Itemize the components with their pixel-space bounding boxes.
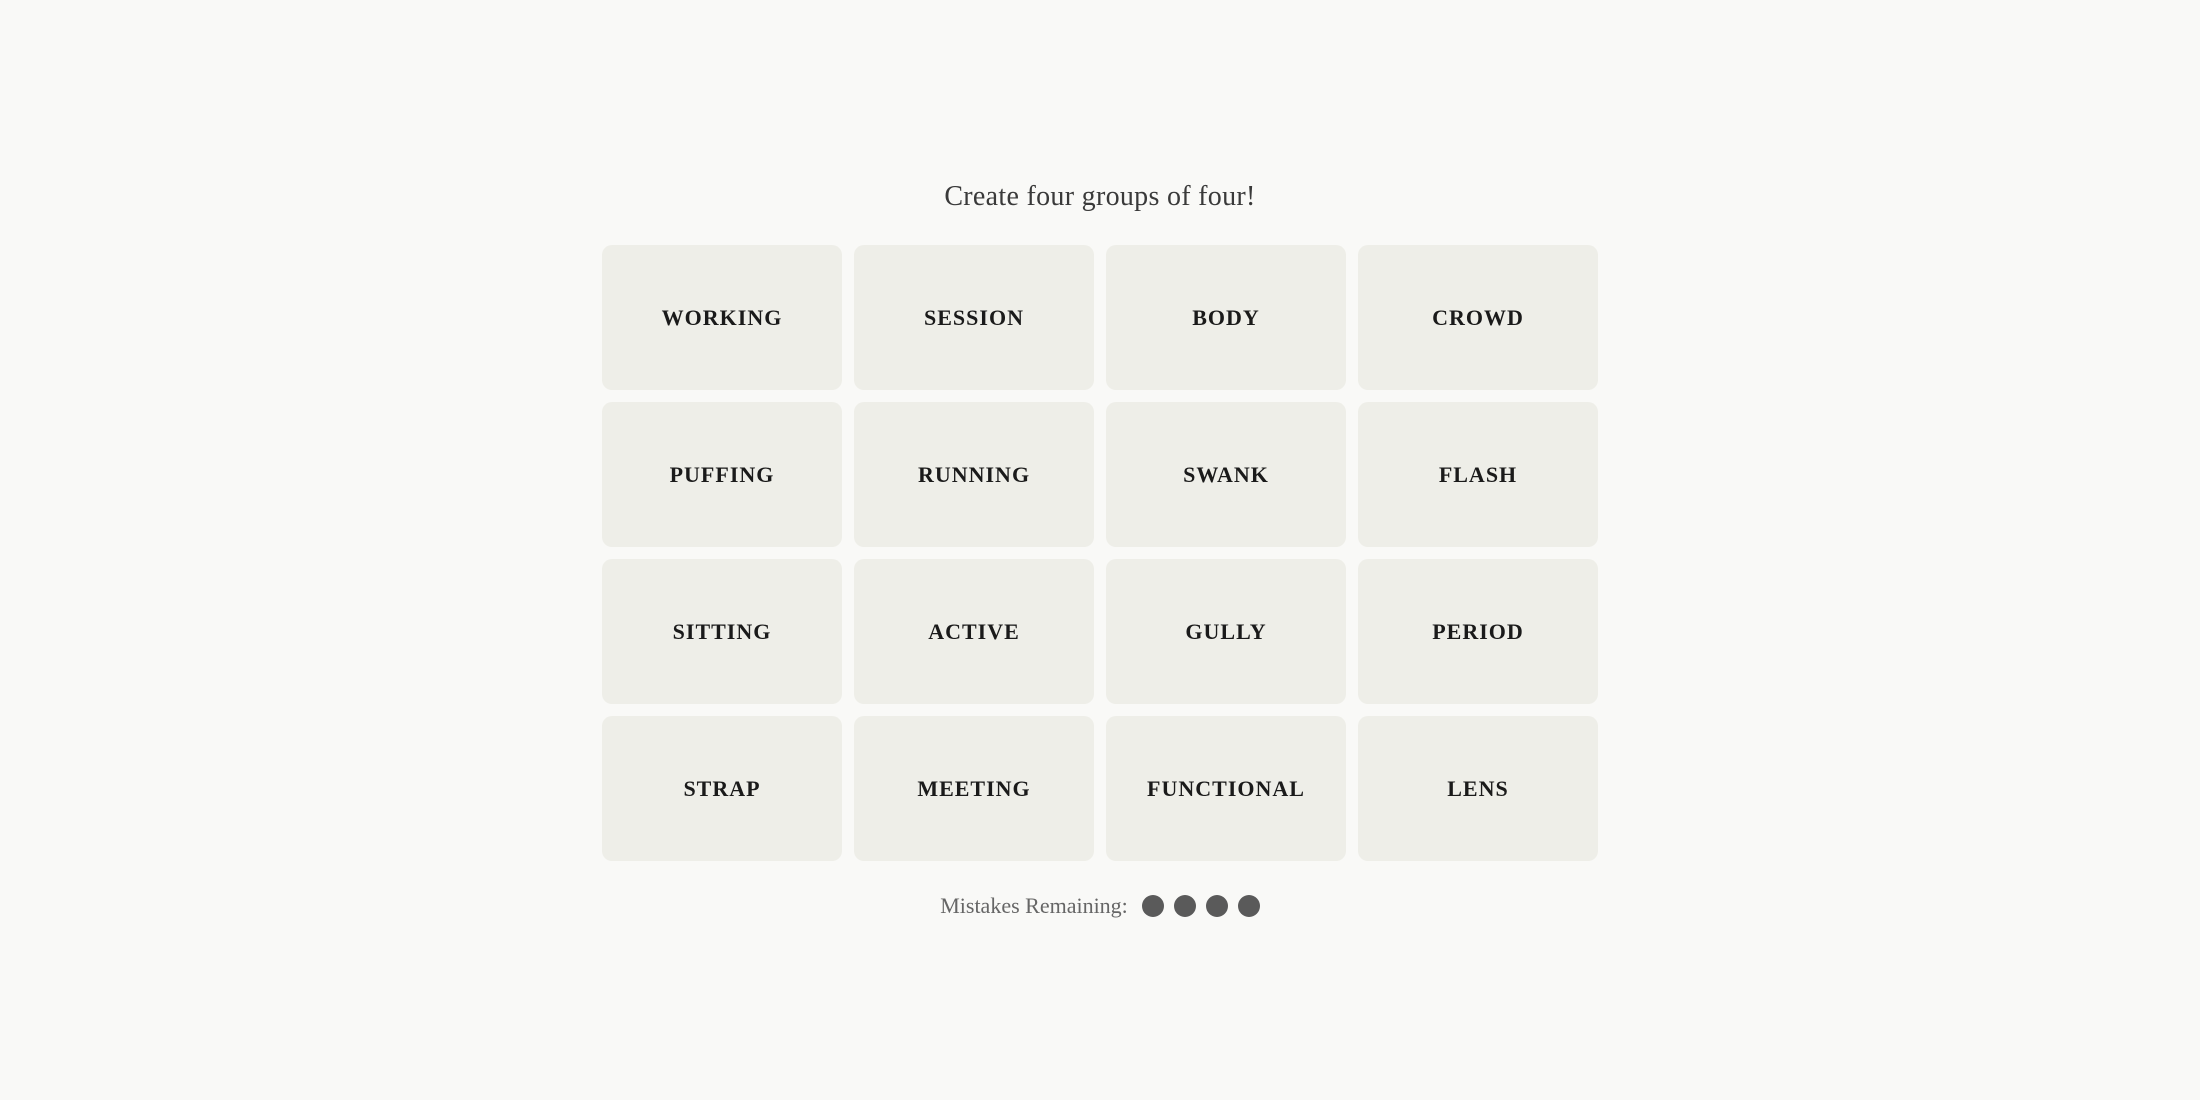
mistake-dot xyxy=(1142,895,1164,917)
word-card[interactable]: GULLY xyxy=(1106,559,1346,704)
word-label: PUFFING xyxy=(670,462,775,488)
word-card[interactable]: STRAP xyxy=(602,716,842,861)
word-grid: WORKING SESSION BODY CROWD PUFFING RUNNING SWA… xyxy=(602,245,1598,861)
word-card[interactable]: CROWD xyxy=(1358,245,1598,390)
word-label: MEETING xyxy=(917,776,1030,802)
mistakes-label: Mistakes Remaining: xyxy=(940,893,1128,919)
word-card[interactable]: RUNNING xyxy=(854,402,1094,547)
word-label: SESSION xyxy=(924,305,1024,331)
word-card[interactable]: ACTIVE xyxy=(854,559,1094,704)
mistake-dot xyxy=(1238,895,1260,917)
word-label: ACTIVE xyxy=(928,619,1020,645)
word-label: SWANK xyxy=(1183,462,1269,488)
word-label: WORKING xyxy=(662,305,783,331)
game-container: Create four groups of four! WORKING SESSI… xyxy=(550,181,1650,919)
mistake-dot xyxy=(1206,895,1228,917)
word-card[interactable]: LENS xyxy=(1358,716,1598,861)
word-label: LENS xyxy=(1447,776,1508,802)
word-label: CROWD xyxy=(1432,305,1524,331)
game-subtitle: Create four groups of four! xyxy=(944,181,1255,213)
word-label: BODY xyxy=(1192,305,1260,331)
word-card[interactable]: PERIOD xyxy=(1358,559,1598,704)
mistakes-dots xyxy=(1142,895,1260,917)
word-card[interactable]: WORKING xyxy=(602,245,842,390)
word-label: FUNCTIONAL xyxy=(1147,776,1305,802)
word-card[interactable]: FLASH xyxy=(1358,402,1598,547)
word-card[interactable]: SWANK xyxy=(1106,402,1346,547)
word-card[interactable]: MEETING xyxy=(854,716,1094,861)
word-label: RUNNING xyxy=(918,462,1030,488)
word-card[interactable]: SESSION xyxy=(854,245,1094,390)
mistake-dot xyxy=(1174,895,1196,917)
word-card[interactable]: PUFFING xyxy=(602,402,842,547)
word-card[interactable]: SITTING xyxy=(602,559,842,704)
word-card[interactable]: FUNCTIONAL xyxy=(1106,716,1346,861)
mistakes-area: Mistakes Remaining: xyxy=(940,893,1260,919)
word-label: SITTING xyxy=(673,619,772,645)
word-label: STRAP xyxy=(683,776,760,802)
word-label: GULLY xyxy=(1185,619,1266,645)
word-label: FLASH xyxy=(1439,462,1517,488)
word-card[interactable]: BODY xyxy=(1106,245,1346,390)
word-label: PERIOD xyxy=(1432,619,1524,645)
